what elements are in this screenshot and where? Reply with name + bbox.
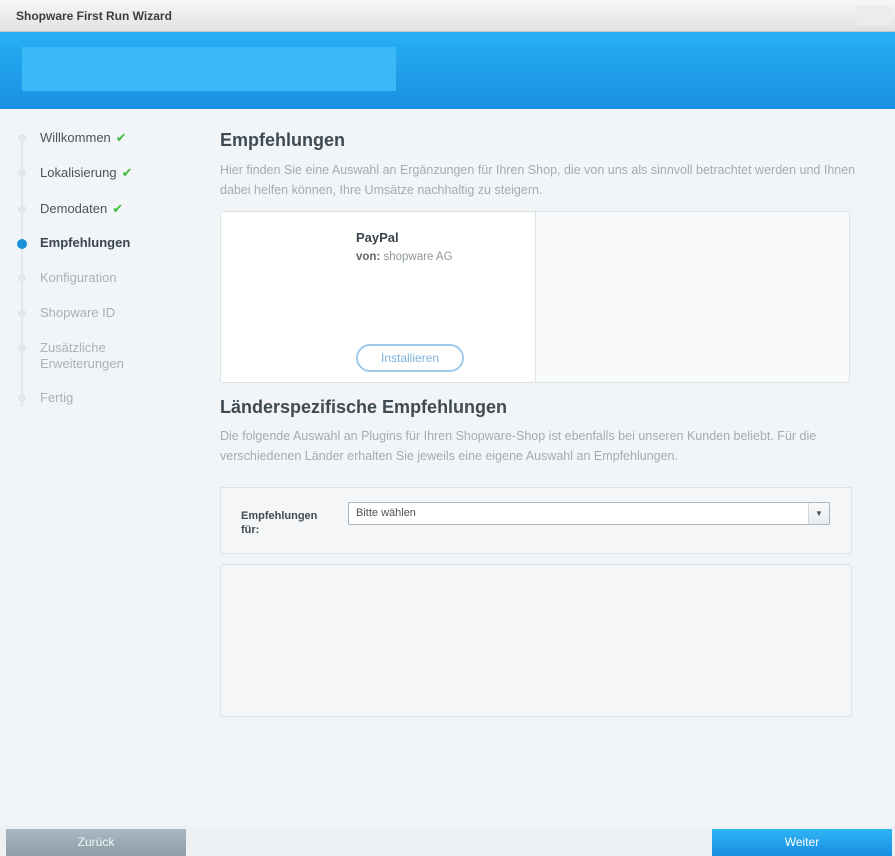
plugin-name: PayPal bbox=[356, 230, 399, 245]
nav-item-lokalisierung[interactable]: Lokalisierung ✔ bbox=[40, 165, 133, 181]
nav-item-konfiguration[interactable]: Konfiguration bbox=[40, 270, 117, 286]
back-button[interactable]: Zurück bbox=[6, 829, 186, 856]
country-select-value: Bitte wählen bbox=[356, 507, 416, 519]
steps-track-line bbox=[21, 138, 23, 406]
country-plugin-list bbox=[220, 564, 852, 717]
plugin-vendor-prefix: von: bbox=[356, 251, 381, 263]
step-dot-empfehlungen-active bbox=[17, 239, 27, 249]
logo-area bbox=[22, 47, 396, 91]
plugin-card-paypal[interactable]: PayPal von: shopware AG Installieren bbox=[221, 212, 536, 382]
nav-item-label: Fertig bbox=[40, 390, 74, 405]
country-filter-panel: Empfehlungen für: Bitte wählen ▼ bbox=[220, 487, 852, 554]
install-button[interactable]: Installieren bbox=[356, 344, 464, 372]
plugin-list: PayPal von: shopware AG Installieren bbox=[220, 211, 850, 383]
check-icon: ✔ bbox=[115, 130, 127, 145]
window-title: Shopware First Run Wizard bbox=[16, 9, 172, 23]
filter-label: Empfehlungen für: bbox=[241, 510, 318, 536]
nav-item-label: Demodaten bbox=[40, 201, 108, 216]
step-dot-willkommen bbox=[18, 134, 26, 142]
nav-item-label: Lokalisierung bbox=[40, 165, 117, 180]
window-titlebar: Shopware First Run Wizard bbox=[0, 0, 895, 32]
nav-item-label: Shopware ID bbox=[40, 305, 116, 320]
step-dot-zusaetzliche-erweiterungen bbox=[18, 344, 26, 352]
chevron-down-icon[interactable]: ▼ bbox=[808, 503, 829, 524]
header-banner bbox=[0, 32, 895, 109]
plugin-vendor: von: shopware AG bbox=[356, 251, 453, 263]
country-recommendations-description: Die folgende Auswahl an Plugins für Ihre… bbox=[220, 429, 817, 463]
plugin-vendor-name: shopware AG bbox=[383, 251, 453, 263]
step-dot-fertig bbox=[18, 394, 26, 402]
nav-item-label: Empfehlungen bbox=[40, 235, 131, 250]
nav-item-empfehlungen[interactable]: Empfehlungen bbox=[40, 235, 130, 251]
nav-item-label: Willkommen bbox=[40, 130, 111, 145]
nav-item-demodaten[interactable]: Demodaten ✔ bbox=[40, 201, 123, 217]
step-dot-demodaten bbox=[18, 205, 26, 213]
nav-item-fertig[interactable]: Fertig bbox=[40, 390, 73, 406]
wizard-footer: Zurück Weiter bbox=[0, 826, 895, 856]
next-button[interactable]: Weiter bbox=[712, 829, 892, 856]
country-recommendations-heading: Länderspezifische Empfehlungen bbox=[220, 397, 508, 417]
window-controls[interactable] bbox=[857, 6, 891, 26]
step-dot-lokalisierung bbox=[18, 169, 26, 177]
wizard-steps-nav: Willkommen ✔ Lokalisierung ✔ Demodaten ✔ Em… bbox=[0, 110, 200, 810]
country-select[interactable]: Bitte wählen ▼ bbox=[348, 502, 830, 525]
check-icon: ✔ bbox=[121, 165, 133, 180]
nav-item-label: Zusätzliche Erweiterungen bbox=[40, 340, 124, 371]
recommendations-heading: Empfehlungen bbox=[220, 130, 345, 150]
check-icon: ✔ bbox=[112, 201, 124, 216]
nav-item-willkommen[interactable]: Willkommen ✔ bbox=[40, 130, 127, 146]
nav-item-shopware-id[interactable]: Shopware ID bbox=[40, 305, 115, 321]
recommendations-description: Hier finden Sie eine Auswahl an Ergänzun… bbox=[220, 163, 856, 197]
step-dot-shopware-id bbox=[18, 309, 26, 317]
step-dot-konfiguration bbox=[18, 274, 26, 282]
nav-item-zusaetzliche-erweiterungen[interactable]: Zusätzliche Erweiterungen bbox=[40, 340, 150, 372]
nav-item-label: Konfiguration bbox=[40, 270, 117, 285]
